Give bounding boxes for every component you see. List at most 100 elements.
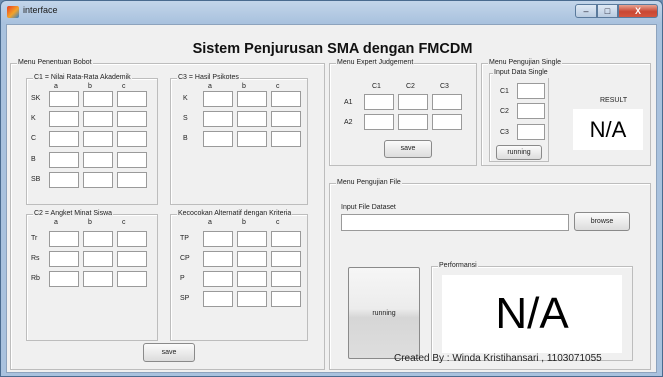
c1-b-b[interactable] xyxy=(83,152,113,168)
app-window: interface – □ X Sistem Penjurusan SMA de… xyxy=(0,0,663,377)
c1-b-c[interactable] xyxy=(117,152,147,168)
expert-col-c2: C2 xyxy=(406,83,415,90)
bobot-save-button[interactable]: save xyxy=(143,343,195,362)
kec-p-a[interactable] xyxy=(203,271,233,287)
expert-save-button[interactable]: save xyxy=(384,140,432,158)
c2-col-a: a xyxy=(54,219,58,226)
single-c3-input[interactable] xyxy=(517,124,545,140)
kec-sp-b[interactable] xyxy=(237,291,267,307)
c1-sk-a[interactable] xyxy=(49,91,79,107)
c2-tr-a[interactable] xyxy=(49,231,79,247)
kec-sp-a[interactable] xyxy=(203,291,233,307)
page-title: Sistem Penjurusan SMA dengan FMCDM xyxy=(192,41,473,57)
browse-button[interactable]: browse xyxy=(574,212,630,231)
kec-tp-a[interactable] xyxy=(203,231,233,247)
kec-col-c: c xyxy=(276,219,280,226)
c1-sb-a[interactable] xyxy=(49,172,79,188)
c1-k-c[interactable] xyxy=(117,111,147,127)
c3-k-b[interactable] xyxy=(237,91,267,107)
c1-sb-c[interactable] xyxy=(117,172,147,188)
single-label-c2: C2 xyxy=(500,108,509,115)
c3-s-c[interactable] xyxy=(271,111,301,127)
expert-panel: Menu Expert Judgement C1 C2 C3 A1 A2 sav… xyxy=(329,58,477,166)
expert-a1-c2[interactable] xyxy=(398,94,428,110)
c3-s-b[interactable] xyxy=(237,111,267,127)
kec-col-a: a xyxy=(208,219,212,226)
result-label: RESULT xyxy=(600,97,628,104)
kec-p-b[interactable] xyxy=(237,271,267,287)
window-title: interface xyxy=(23,5,58,15)
c1-row-sk: SK xyxy=(31,95,41,102)
c1-k-a[interactable] xyxy=(49,111,79,127)
expert-a2-c3[interactable] xyxy=(432,114,462,130)
single-label-c1: C1 xyxy=(500,88,509,95)
kec-cp-a[interactable] xyxy=(203,251,233,267)
maximize-button[interactable]: □ xyxy=(597,4,618,18)
close-button[interactable]: X xyxy=(618,4,658,18)
c3-k-a[interactable] xyxy=(203,91,233,107)
c2-rb-a[interactable] xyxy=(49,271,79,287)
single-panel: Menu Pengujian Single Input Data Single … xyxy=(481,58,651,166)
kec-tp-b[interactable] xyxy=(237,231,267,247)
c1-c-a[interactable] xyxy=(49,131,79,147)
c2-rs-c[interactable] xyxy=(117,251,147,267)
c3-row-k: K xyxy=(183,95,188,102)
single-input-title: Input Data Single xyxy=(493,68,549,78)
single-c2-input[interactable] xyxy=(517,103,545,119)
c3-b-c[interactable] xyxy=(271,131,301,147)
c2-tr-c[interactable] xyxy=(117,231,147,247)
performance-panel: Performansi N/A xyxy=(431,261,633,361)
c1-c-b[interactable] xyxy=(83,131,113,147)
kec-tp-c[interactable] xyxy=(271,231,301,247)
c3-b-b[interactable] xyxy=(237,131,267,147)
c3-b-a[interactable] xyxy=(203,131,233,147)
c2-rs-b[interactable] xyxy=(83,251,113,267)
c1-sk-c[interactable] xyxy=(117,91,147,107)
c1-b-a[interactable] xyxy=(49,152,79,168)
footer-credit: Created By : Winda Kristihansari , 11030… xyxy=(394,353,602,364)
file-running-button[interactable]: running xyxy=(348,267,420,359)
kec-p-c[interactable] xyxy=(271,271,301,287)
c2-col-c: c xyxy=(122,219,126,226)
single-c1-input[interactable] xyxy=(517,83,545,99)
c1-sb-b[interactable] xyxy=(83,172,113,188)
kec-cp-c[interactable] xyxy=(271,251,301,267)
dataset-label: Input File Dataset xyxy=(341,204,396,211)
kec-sp-c[interactable] xyxy=(271,291,301,307)
app-icon xyxy=(7,6,19,18)
performance-title: Performansi xyxy=(438,261,478,271)
c3-s-a[interactable] xyxy=(203,111,233,127)
expert-col-c3: C3 xyxy=(440,83,449,90)
c2-tr-b[interactable] xyxy=(83,231,113,247)
result-value: N/A xyxy=(573,109,643,150)
dataset-input[interactable] xyxy=(341,214,569,231)
minimize-button[interactable]: – xyxy=(575,4,597,18)
c1-k-b[interactable] xyxy=(83,111,113,127)
c2-title: C2 = Angket Minat Siswa xyxy=(33,209,114,219)
c1-panel: C1 = Nilai Rata-Rata Akademik a b c SK K… xyxy=(26,73,158,205)
expert-panel-title: Menu Expert Judgement xyxy=(336,58,415,68)
expert-col-c1: C1 xyxy=(372,83,381,90)
title-bar[interactable]: interface – □ X xyxy=(1,1,662,23)
c1-sk-b[interactable] xyxy=(83,91,113,107)
c2-rb-b[interactable] xyxy=(83,271,113,287)
c1-c-c[interactable] xyxy=(117,131,147,147)
file-panel-title: Menu Pengujian File xyxy=(336,178,402,188)
c3-panel: C3 = Hasil Psikotes a b c K S B xyxy=(170,73,308,205)
expert-a1-c3[interactable] xyxy=(432,94,462,110)
expert-a1-c1[interactable] xyxy=(364,94,394,110)
c1-row-c: C xyxy=(31,135,37,142)
c2-rb-c[interactable] xyxy=(117,271,147,287)
c1-row-b: B xyxy=(31,156,36,163)
c3-k-c[interactable] xyxy=(271,91,301,107)
single-running-button[interactable]: running xyxy=(496,145,542,160)
expert-a2-c2[interactable] xyxy=(398,114,428,130)
kec-row-p: P xyxy=(180,275,185,282)
c3-row-s: S xyxy=(183,115,188,122)
c2-panel: C2 = Angket Minat Siswa a b c Tr Rs Rb xyxy=(26,209,158,341)
kec-cp-b[interactable] xyxy=(237,251,267,267)
expert-a2-c1[interactable] xyxy=(364,114,394,130)
client-area: Sistem Penjurusan SMA dengan FMCDM Menu … xyxy=(6,24,657,373)
bobot-panel-title: Menu Penentuan Bobot xyxy=(17,58,93,68)
c2-rs-a[interactable] xyxy=(49,251,79,267)
